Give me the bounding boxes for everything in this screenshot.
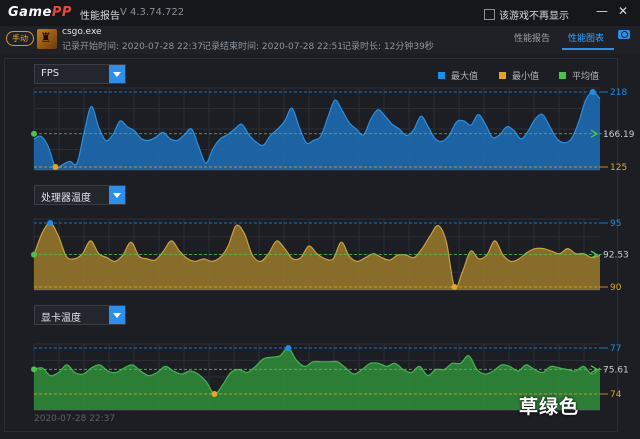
game-icon: ♜ (37, 29, 57, 49)
watermark: 草绿色 (519, 396, 580, 418)
fps-max-point (589, 89, 596, 95)
fps-avg-label: 166.19 (603, 130, 635, 140)
title-bar: GamePP 性能报告 V 4.3.74.722 该游戏不再显示 — ✕ (0, 0, 640, 26)
record-duration: 记录时长: 12分钟39秒 (342, 42, 434, 52)
cpu-temp-max-point (47, 220, 54, 226)
checkbox-box[interactable] (484, 9, 495, 20)
gpu-temp-avg-point (31, 366, 37, 373)
minimize-icon[interactable]: — (596, 4, 608, 18)
tab-performance-report[interactable]: 性能报告 (514, 31, 550, 44)
window-title: 性能报告 (80, 11, 120, 22)
performance-charts: 218 125 166.19 95 90 92.53 77 74 75.61 (31, 87, 635, 411)
gpu-temp-min-label: 74 (610, 390, 622, 400)
gpu-temp-max-label: 77 (610, 344, 621, 354)
cpu-temp-min-point (451, 284, 458, 290)
version-label: V 4.3.74.722 (120, 7, 185, 18)
record-end-time: 记录结束时间: 2020-07-28 22:51 (202, 42, 343, 52)
cpu-temp-avg-label: 92.53 (603, 251, 629, 261)
tab-performance-chart[interactable]: 性能图表 (568, 31, 604, 44)
gpu-temp-min-point (211, 391, 218, 397)
gpu-temp-avg-label: 75.61 (603, 365, 629, 375)
gpu-temp-area (34, 347, 600, 410)
close-icon[interactable]: ✕ (618, 4, 628, 18)
gpu-temp-max-point (285, 345, 292, 351)
cpu-temp-avg-point (31, 251, 37, 258)
fps-avg-point (31, 130, 37, 137)
cpu-temp-min-label: 90 (610, 283, 622, 293)
cpu-temp-max-label: 95 (610, 219, 621, 229)
active-tab-indicator (562, 48, 614, 50)
gamepp-logo: GamePP (8, 5, 72, 20)
fps-min-point (52, 164, 59, 170)
fps-max-label: 218 (610, 88, 627, 98)
game-name: csgo.exe (62, 27, 102, 37)
cpu-temp-area (34, 222, 600, 290)
dont-show-checkbox[interactable]: 该游戏不再显示 (484, 7, 569, 22)
chart-area: FPS 处理器温度 显卡温度 最大值 最小值 平均值 218 125 166.19 9… (0, 54, 640, 439)
footer-start-time: 2020-07-28 22:37 (34, 414, 116, 424)
record-start-time: 记录开始时间: 2020-07-28 22:37 (62, 42, 203, 52)
camera-icon[interactable] (618, 30, 630, 39)
fps-min-label: 125 (610, 163, 627, 173)
mode-badge: 手动 (6, 31, 34, 46)
